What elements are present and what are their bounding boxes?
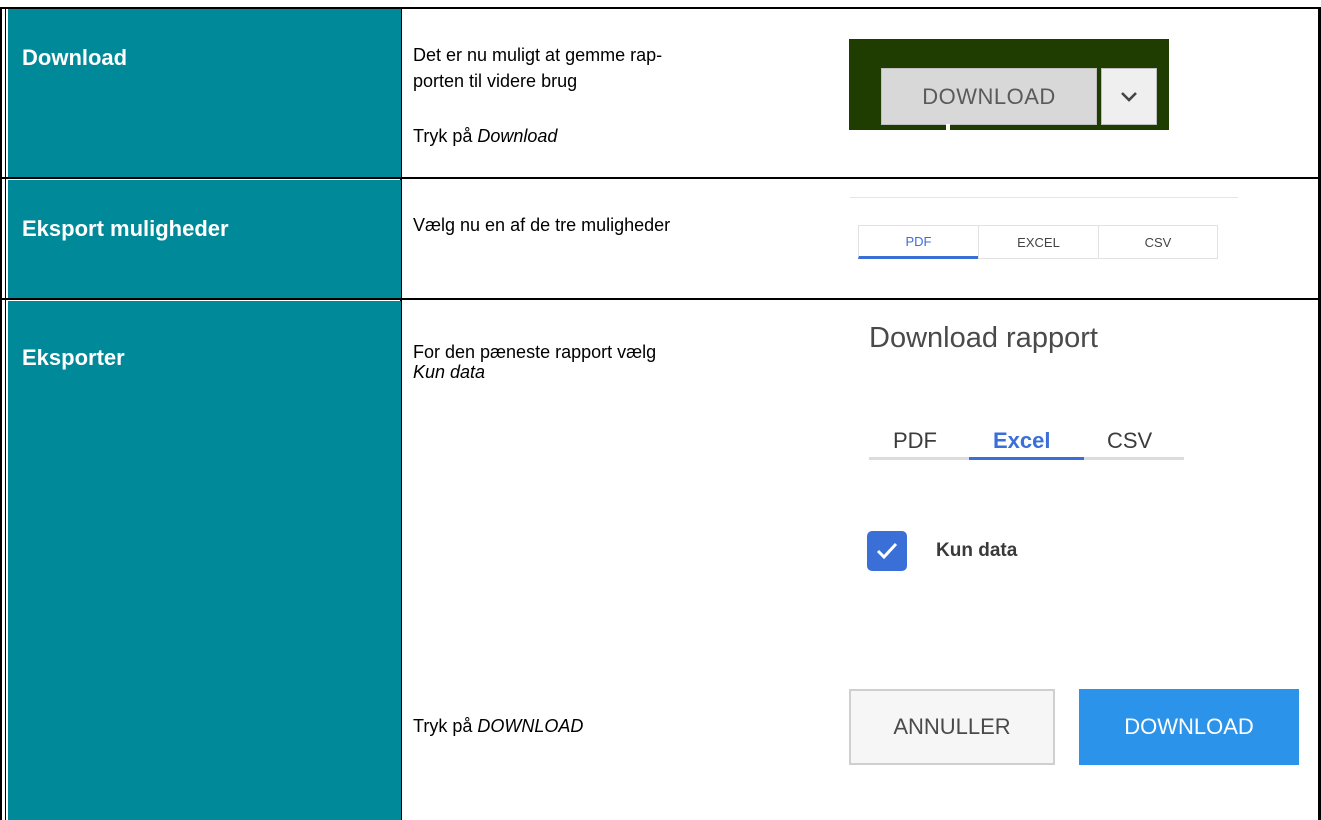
- row-heading-eksporter: Eksporter: [22, 345, 125, 370]
- row-heading-download: Download: [22, 45, 128, 70]
- row-text-eksporter: For den pæneste rapport vælg Kun data: [413, 342, 656, 382]
- row-divider-2: [0, 298, 1321, 300]
- dialog-active-tab-indicator: [969, 457, 1084, 460]
- checkbox-label: Kun data: [936, 540, 1018, 561]
- dialog-tab-excel[interactable]: Excel: [993, 428, 1051, 460]
- tabs-top-divider: [850, 197, 1238, 198]
- row-text-download: Det er nu muligt at gemme rap- porten ti…: [413, 44, 662, 92]
- frame-left: [0, 7, 2, 820]
- text-line: porten til videre brug: [413, 71, 578, 91]
- text-emphasis: Kun data: [413, 362, 486, 382]
- tab-csv[interactable]: CSV: [1098, 225, 1218, 259]
- row-heading-export: Eksport muligheder: [22, 216, 229, 241]
- frame-inner-left: [5, 7, 6, 820]
- dialog-format-tabs: PDF Excel CSV: [869, 428, 1184, 460]
- dialog-download-button[interactable]: DOWNLOAD: [1079, 689, 1299, 765]
- download-button[interactable]: DOWNLOAD: [881, 68, 1097, 125]
- label-cell-3: [8, 301, 401, 820]
- tab-pdf[interactable]: PDF: [858, 225, 978, 259]
- instruction-prefix: Tryk på: [413, 716, 478, 736]
- chevron-down-icon: [1121, 91, 1137, 102]
- instruction-emphasis: DOWNLOAD: [477, 716, 584, 736]
- row-text-export: Vælg nu en af de tre muligheder: [413, 215, 671, 235]
- row-divider-1: [0, 177, 1321, 179]
- dialog-title: Download rapport: [869, 322, 1098, 354]
- cursor-mark: [946, 124, 950, 130]
- download-options-button[interactable]: [1101, 68, 1157, 125]
- label-cell-1: [8, 9, 401, 177]
- kun-data-checkbox[interactable]: [867, 531, 907, 571]
- text-line: For den pæneste rapport vælg: [413, 342, 657, 362]
- cancel-button[interactable]: ANNULLER: [849, 689, 1055, 765]
- row-instruction-eksporter: Tryk på DOWNLOAD: [413, 715, 583, 737]
- row-instruction-download: Tryk på Download: [413, 125, 557, 147]
- checkmark-icon: [876, 542, 898, 560]
- dialog-tab-pdf[interactable]: PDF: [893, 428, 937, 460]
- instruction-emphasis: Download: [477, 126, 558, 146]
- export-format-tabs: PDF EXCEL CSV: [858, 225, 1218, 259]
- instruction-prefix: Tryk på: [413, 126, 478, 146]
- text-line: Det er nu muligt at gemme rap-: [413, 45, 663, 65]
- tab-excel[interactable]: EXCEL: [978, 225, 1098, 259]
- dialog-tab-csv[interactable]: CSV: [1107, 428, 1152, 460]
